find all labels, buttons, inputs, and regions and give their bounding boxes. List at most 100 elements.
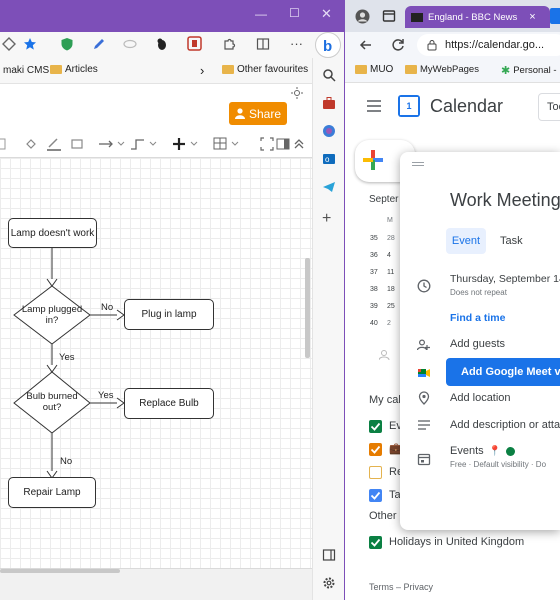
penguin-icon[interactable] — [155, 37, 169, 51]
url-text: https://calendar.go... — [445, 39, 545, 51]
tab-close-icon[interactable]: × — [529, 11, 535, 23]
calendar-color-dot[interactable] — [506, 446, 516, 456]
flow-decision-plugged[interactable]: Lamp plugged in? — [21, 304, 83, 326]
eye-off-icon[interactable] — [123, 37, 137, 51]
mini-cal-day[interactable]: 11 — [387, 269, 394, 276]
close-button[interactable]: ✕ — [321, 6, 332, 22]
visibility-setting[interactable]: Free · Default visibility · Do — [450, 460, 546, 469]
event-date[interactable]: Thursday, September 14 — [450, 273, 560, 285]
tune-icon[interactable] — [427, 39, 437, 51]
favorite-folder-articles[interactable]: Articles — [50, 64, 98, 75]
calendar-tab-favicon-icon[interactable] — [550, 8, 560, 24]
line-color-icon[interactable] — [46, 136, 62, 152]
bookmarks-bar: MUO MyWebPages ✱ Personal - — [345, 58, 560, 83]
event-calendar-selector[interactable]: Events 📍 — [450, 445, 516, 457]
copy-style-icon[interactable] — [0, 138, 6, 150]
address-bar[interactable]: https://calendar.go... — [417, 34, 560, 56]
add-location-field[interactable]: Add location — [450, 392, 511, 404]
edge-window: — ☐ ✕ ··· maki CMS Articles › Other favo… — [0, 0, 344, 600]
shadow-icon[interactable] — [70, 137, 84, 151]
split-screen-icon[interactable] — [256, 37, 270, 51]
folder-icon — [50, 65, 62, 74]
flow-decision-bulb[interactable]: Bulb burned out? — [21, 391, 83, 413]
collapse-chevron-icon[interactable] — [292, 137, 306, 151]
find-time-link[interactable]: Find a time — [450, 312, 505, 324]
other-calendars-heading[interactable]: Other — [369, 510, 397, 522]
bookmark-muo[interactable]: MUO — [355, 64, 393, 75]
add-description-field[interactable]: Add description or attac — [450, 419, 560, 431]
calendar-checkbox[interactable] — [369, 489, 382, 502]
extensions-puzzle-icon[interactable] — [222, 37, 236, 51]
calendar-checkbox[interactable] — [369, 443, 382, 456]
waypoint-icon[interactable] — [130, 136, 158, 152]
calendar-checkbox[interactable] — [369, 420, 382, 433]
shield-icon[interactable] — [60, 37, 74, 51]
reload-icon[interactable] — [391, 38, 405, 52]
tv-extension-icon[interactable] — [187, 36, 202, 51]
extension-icon[interactable] — [2, 37, 16, 51]
outlook-icon[interactable]: o — [322, 152, 336, 166]
bing-copilot-icon[interactable]: b — [315, 32, 341, 58]
tab-search-icon[interactable] — [382, 9, 396, 23]
edge-sidebar: b o + — [312, 32, 344, 600]
flow-node-replace-bulb[interactable]: Replace Bulb — [124, 388, 214, 419]
favorite-star-icon[interactable] — [23, 37, 37, 51]
flow-node-plug-in[interactable]: Plug in lamp — [124, 299, 214, 330]
add-google-meet-button[interactable]: Add Google Meet vi — [446, 358, 560, 386]
footer-links[interactable]: Terms – Privacy — [369, 582, 433, 592]
table-icon[interactable] — [213, 136, 241, 152]
theme-sun-icon[interactable] — [291, 87, 303, 99]
favorite-item[interactable]: maki CMS — [3, 65, 49, 76]
event-title-input[interactable]: Work Meeting — [450, 190, 560, 211]
horizontal-scrollbar[interactable] — [0, 569, 120, 573]
add-sidebar-app-icon[interactable]: + — [322, 210, 331, 228]
sidebar-toggle-icon[interactable] — [322, 548, 336, 562]
my-calendars-heading[interactable]: My cal — [369, 394, 401, 406]
connection-arrow-icon[interactable] — [98, 136, 126, 152]
favorite-folder-other[interactable]: Other favourites — [222, 64, 308, 75]
calendar-checkbox[interactable] — [369, 536, 382, 549]
copilot-icon[interactable] — [322, 124, 336, 138]
today-label: Too — [547, 101, 560, 113]
today-button[interactable]: Too — [538, 93, 560, 121]
mini-cal-day[interactable]: 2 — [387, 320, 391, 327]
calendar-checkbox[interactable] — [369, 466, 382, 479]
svg-text:o: o — [325, 155, 330, 164]
briefcase-icon[interactable] — [322, 96, 336, 110]
mini-cal-day[interactable]: 25 — [387, 303, 395, 310]
favorites-overflow-chevron-icon[interactable]: › — [200, 63, 204, 78]
format-panel-icon[interactable] — [276, 137, 290, 151]
repeat-setting[interactable]: Does not repeat — [450, 288, 507, 297]
main-menu-hamburger-icon[interactable] — [367, 100, 381, 112]
mini-cal-day[interactable]: 28 — [387, 235, 395, 242]
task-type-tab[interactable]: Task — [500, 235, 523, 247]
pen-icon[interactable] — [92, 37, 106, 51]
flow-node-repair[interactable]: Repair Lamp — [8, 477, 96, 508]
more-menu-icon[interactable]: ··· — [290, 36, 303, 51]
search-icon[interactable] — [322, 68, 336, 82]
maximize-button[interactable]: ☐ — [289, 6, 300, 20]
insert-plus-icon[interactable] — [172, 136, 200, 152]
fullscreen-icon[interactable] — [260, 137, 274, 151]
share-button[interactable]: Share — [229, 102, 287, 125]
minimize-button[interactable]: — — [255, 7, 267, 21]
telegram-icon[interactable] — [322, 180, 336, 194]
bookmark-mywebpages[interactable]: MyWebPages — [405, 64, 479, 75]
location-pin-icon — [418, 391, 430, 405]
settings-gear-icon[interactable] — [322, 576, 336, 590]
profile-avatar-icon[interactable] — [355, 9, 370, 24]
flow-node-start[interactable]: Lamp doesn't work — [8, 218, 97, 248]
back-arrow-icon[interactable] — [359, 38, 373, 52]
mini-cal-day[interactable]: 18 — [387, 286, 395, 293]
search-people-icon[interactable] — [379, 349, 393, 361]
bookmark-personal[interactable]: ✱ Personal - — [501, 64, 557, 77]
bookmark-label: Personal - — [513, 65, 557, 76]
tab-bbc-news[interactable]: England - BBC News × — [405, 6, 550, 28]
drawio-canvas[interactable]: Lamp doesn't work Lamp plugged in? Plug … — [0, 158, 312, 568]
drag-handle-icon[interactable] — [412, 162, 424, 166]
vertical-scrollbar[interactable] — [305, 258, 310, 358]
fill-color-icon[interactable] — [24, 137, 38, 151]
add-guests-field[interactable]: Add guests — [450, 338, 505, 350]
mini-cal-day[interactable]: 4 — [387, 252, 391, 259]
event-type-tab[interactable]: Event — [446, 228, 486, 254]
